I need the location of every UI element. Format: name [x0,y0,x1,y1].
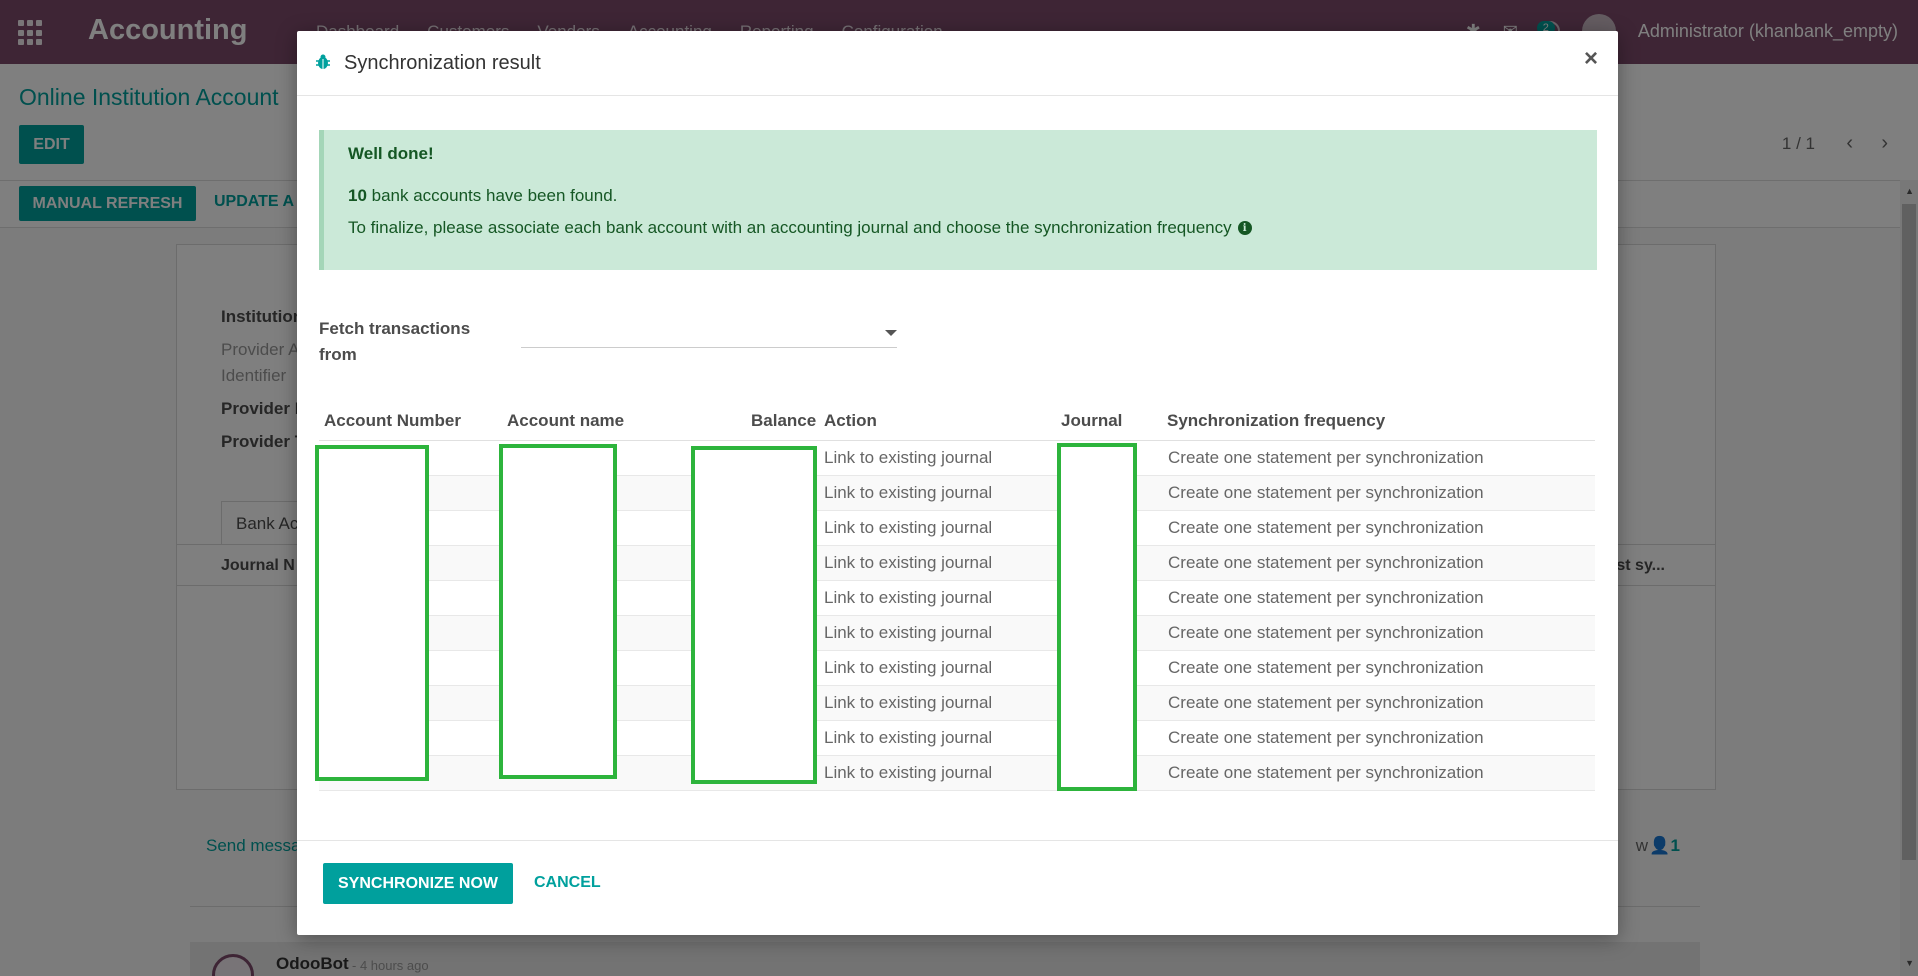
column-header-account-number[interactable]: Account Number [324,411,461,431]
accounts-count: 10 [348,186,367,205]
action-cell[interactable]: Link to existing journal [824,448,992,468]
alert-found-line: 10 bank accounts have been found. [348,186,1573,206]
frequency-cell[interactable]: Create one statement per synchronization [1168,588,1484,608]
frequency-cell[interactable]: Create one statement per synchronization [1168,658,1484,678]
alert-finalize-text: To finalize, please associate each bank … [348,218,1232,237]
frequency-cell[interactable]: Create one statement per synchronization [1168,623,1484,643]
frequency-cell[interactable]: Create one statement per synchronization [1168,518,1484,538]
synchronize-now-button[interactable]: SYNCHRONIZE NOW [323,863,513,904]
caret-down-icon [885,330,897,336]
dialog-header: Synchronization result × [297,31,1618,96]
success-alert: Well done! 10 bank accounts have been fo… [319,130,1597,270]
action-cell[interactable]: Link to existing journal [824,623,992,643]
frequency-cell[interactable]: Create one statement per synchronization [1168,693,1484,713]
action-cell[interactable]: Link to existing journal [824,553,992,573]
frequency-cell[interactable]: Create one statement per synchronization [1168,483,1484,503]
dialog-footer: SYNCHRONIZE NOW CANCEL [297,840,1618,935]
column-header-account-name[interactable]: Account name [507,411,624,431]
redacted-account-names [499,444,617,779]
frequency-cell[interactable]: Create one statement per synchronization [1168,553,1484,573]
frequency-cell[interactable]: Create one statement per synchronization [1168,728,1484,748]
action-cell[interactable]: Link to existing journal [824,658,992,678]
info-icon[interactable]: i [1237,221,1252,235]
alert-title: Well done! [348,144,434,163]
column-header-balance[interactable]: Balance [751,411,816,431]
action-cell[interactable]: Link to existing journal [824,518,992,538]
table-header: Account Number Account name Balance Acti… [319,401,1595,441]
dialog-title: Synchronization result [344,52,541,74]
action-cell[interactable]: Link to existing journal [824,728,992,748]
synchronization-dialog: Synchronization result × Well done! 10 b… [297,31,1618,935]
action-cell[interactable]: Link to existing journal [824,763,992,783]
close-icon[interactable]: × [1584,45,1598,73]
alert-found-text: bank accounts have been found. [366,186,618,205]
bug-icon [316,54,330,69]
column-header-action[interactable]: Action [824,411,877,431]
action-cell[interactable]: Link to existing journal [824,693,992,713]
fetch-transactions-label: Fetch transactions from [319,319,471,364]
alert-finalize-line: To finalize, please associate each bank … [348,218,1573,238]
redacted-balances [691,446,817,784]
column-header-sync-frequency[interactable]: Synchronization frequency [1167,411,1385,431]
cancel-button[interactable]: CANCEL [534,874,601,892]
redacted-account-numbers [315,445,429,781]
action-cell[interactable]: Link to existing journal [824,588,992,608]
fetch-transactions-select[interactable] [521,320,897,348]
action-cell[interactable]: Link to existing journal [824,483,992,503]
column-header-journal[interactable]: Journal [1061,411,1122,431]
redacted-journals [1057,443,1137,791]
frequency-cell[interactable]: Create one statement per synchronization [1168,448,1484,468]
frequency-cell[interactable]: Create one statement per synchronization [1168,763,1484,783]
